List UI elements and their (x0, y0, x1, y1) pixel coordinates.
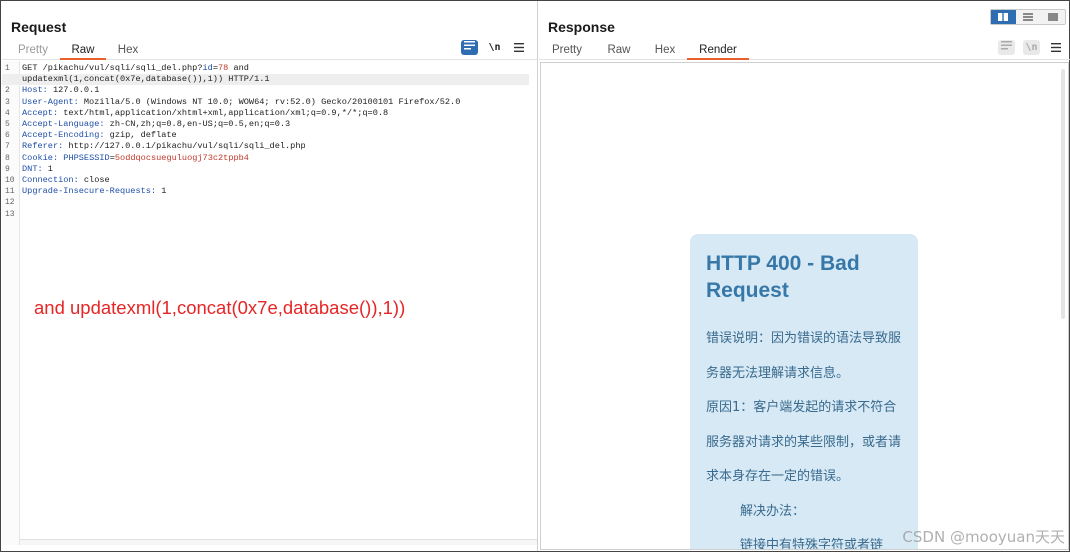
horizontal-scrollbar[interactable] (20, 539, 537, 545)
wrap-lines-icon[interactable] (461, 40, 478, 55)
request-tab-raw[interactable]: Raw (60, 42, 106, 60)
split-horizontal-icon[interactable] (991, 10, 1016, 24)
line-text: updatexml(1,concat(0x7e,database()),1)) … (22, 74, 270, 85)
request-pane: Request Pretty Raw Hex \n 1 GET /pikachu/… (2, 1, 538, 551)
line-number: 7 (5, 142, 10, 152)
line-text: and (228, 63, 249, 73)
param-value: 78 (218, 63, 229, 73)
line-number: 3 (5, 97, 10, 107)
request-line[interactable]: 8 Cookie: PHPSESSID=5oddqocsueguluogj73c2… (2, 153, 529, 164)
header-key: Accept-Encoding: (22, 130, 105, 141)
response-tab-pretty[interactable]: Pretty (549, 42, 585, 60)
line-number: 10 (5, 176, 15, 186)
param-value: 5oddqocsueguluogj73c2tppb4 (114, 152, 249, 163)
wrap-lines-glyph (1001, 41, 1012, 50)
request-line[interactable]: 6 Accept-Encoding: gzip, deflate (2, 130, 529, 141)
payload-annotation: and updatexml(1,concat(0x7e,database()),… (34, 297, 406, 318)
line-text: 1 (156, 186, 167, 197)
vertical-scrollbar[interactable] (1061, 69, 1065, 319)
header-key: Cookie: (22, 152, 59, 163)
line-number: 11 (5, 187, 15, 197)
line-number: 13 (5, 209, 15, 219)
request-line[interactable]: 9 DNT: 1 (2, 164, 529, 175)
header-key: Referer: (22, 141, 64, 152)
render-viewport[interactable]: HTTP 400 - Bad Request 错误说明：因为错误的语法导致服务器… (540, 62, 1069, 550)
request-line[interactable]: 7 Referer: http://127.0.0.1/pikachu/vul/s… (2, 141, 529, 152)
header-key: PHPSESSID (63, 152, 110, 163)
csdn-watermark: CSDN @mooyuan天天 (902, 528, 1065, 546)
response-title: Response (548, 19, 615, 35)
request-line[interactable]: 1 GET /pikachu/vul/sqli/sqli_del.php?id=7… (2, 63, 529, 74)
request-line[interactable]: 3 User-Agent: Mozilla/5.0 (Windows NT 10.… (2, 97, 529, 108)
menu-glyph (513, 43, 524, 52)
split-horizontal-glyph (998, 13, 1008, 21)
request-line[interactable]: 4 Accept: text/html,application/xhtml+xml… (2, 108, 529, 119)
header-key: Accept-Language: (22, 119, 105, 130)
error-title: HTTP 400 - Bad Request (706, 252, 860, 302)
request-line[interactable]: 2 Host: 127.0.0.1 (2, 85, 529, 96)
line-number: 5 (5, 120, 10, 130)
header-key: Accept: (22, 107, 59, 118)
request-line[interactable]: 5 Accept-Language: zh-CN,zh;q=0.8,en-US;q… (2, 119, 529, 130)
solution-label: 解决办法： (740, 503, 806, 519)
error-card: HTTP 400 - Bad Request 错误说明：因为错误的语法导致服务器… (690, 234, 918, 550)
burp-repeater-window: Request Pretty Raw Hex \n 1 GET /pikachu/… (0, 0, 1070, 552)
line-number: 4 (5, 108, 10, 118)
request-line[interactable]: updatexml(1,concat(0x7e,database()),1)) … (2, 74, 529, 86)
request-line[interactable]: 10 Connection: close (2, 175, 529, 186)
header-key: DNT: (22, 163, 43, 174)
header-key: Host: (22, 85, 48, 96)
error-reason: 原因1：客户端发起的请求不符合服务器对请求的某些限制，或者请求本身存在一定的错误… (706, 400, 902, 484)
newline-toggle[interactable]: \n (1023, 40, 1040, 55)
solution-text: 链接中有特殊字符或者链 (740, 538, 884, 550)
wrap-lines-icon[interactable] (998, 40, 1015, 55)
line-number: 6 (5, 131, 10, 141)
menu-glyph (1050, 43, 1061, 52)
hamburger-menu-icon[interactable] (1047, 40, 1064, 55)
single-pane-glyph (1048, 13, 1058, 21)
split-vertical-glyph (1023, 13, 1033, 21)
hamburger-menu-icon[interactable] (510, 40, 527, 55)
request-line[interactable]: 11 Upgrade-Insecure-Requests: 1 (2, 186, 529, 197)
line-number: 8 (5, 153, 10, 163)
split-vertical-icon[interactable] (1016, 10, 1041, 24)
header-key: id (202, 63, 213, 73)
line-text: close (78, 175, 110, 186)
single-pane-icon[interactable] (1041, 10, 1066, 24)
newline-toggle[interactable]: \n (486, 40, 503, 55)
line-number: 1 (5, 64, 10, 73)
response-tab-render[interactable]: Render (687, 42, 749, 60)
line-text: text/html,application/xhtml+xml,applicat… (58, 107, 389, 118)
line-number: 2 (5, 86, 10, 96)
line-text: 1 (42, 163, 53, 174)
line-number: 12 (5, 198, 15, 208)
request-line[interactable]: 12 (2, 197, 529, 208)
header-key: Connection: (22, 175, 79, 186)
error-body: 错误说明：因为错误的语法导致服务器无法理解请求信息。 原因1：客户端发起的请求不… (706, 322, 902, 550)
request-text[interactable]: 1 GET /pikachu/vul/sqli/sqli_del.php?id=7… (2, 63, 529, 220)
line-text: zh-CN,zh;q=0.8,en-US;q=0.5,en;q=0.3 (104, 119, 291, 130)
error-description: 错误说明：因为错误的语法导致服务器无法理解请求信息。 (706, 331, 902, 381)
line-text: Mozilla/5.0 (Windows NT 10.0; WOW64; rv:… (78, 96, 461, 107)
response-tab-hex[interactable]: Hex (651, 42, 679, 60)
line-text: GET /pikachu/vul/sqli/sqli_del.php? (22, 63, 203, 73)
line-text: 127.0.0.1 (47, 85, 100, 96)
layout-toggle (990, 9, 1066, 25)
line-text: gzip, deflate (104, 130, 177, 141)
wrap-lines-glyph (464, 41, 475, 50)
request-editor[interactable]: 1 GET /pikachu/vul/sqli/sqli_del.php?id=7… (2, 61, 537, 545)
response-tabs: Pretty Raw Hex Render (539, 41, 1070, 60)
line-number: 9 (5, 164, 10, 174)
response-tab-raw[interactable]: Raw (605, 42, 633, 60)
line-text: http://127.0.0.1/pikachu/vul/sqli/sqli_d… (63, 141, 306, 152)
header-key: User-Agent: (22, 96, 79, 107)
response-pane: Response Pretty Raw Hex Render \n HTTP 4… (539, 1, 1070, 551)
request-line[interactable]: 13 (2, 209, 529, 220)
request-tab-pretty[interactable]: Pretty (15, 42, 51, 60)
header-key: Upgrade-Insecure-Requests: (22, 186, 157, 197)
request-title: Request (11, 19, 67, 35)
request-tab-hex[interactable]: Hex (112, 42, 144, 60)
request-tabs: Pretty Raw Hex (2, 41, 537, 60)
